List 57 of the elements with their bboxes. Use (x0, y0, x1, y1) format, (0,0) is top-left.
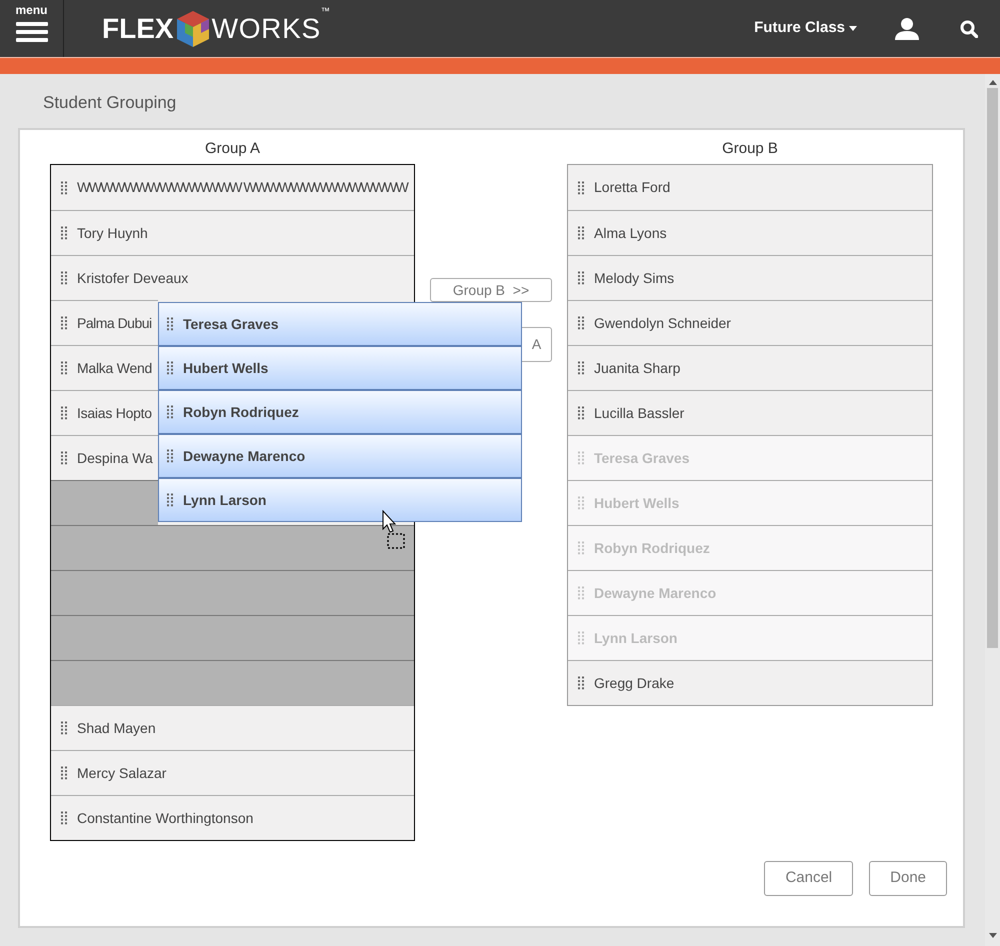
drag-handle-icon[interactable] (61, 271, 67, 285)
scrollbar[interactable] (985, 74, 1000, 946)
drag-handle-icon[interactable] (61, 451, 67, 465)
drag-handle-icon[interactable] (167, 317, 173, 331)
drag-handle-icon[interactable] (578, 496, 584, 510)
student-row[interactable]: Gregg Drake (568, 660, 932, 705)
student-row[interactable]: Lucilla Bassler (568, 390, 932, 435)
drag-handle-icon[interactable] (578, 541, 584, 555)
drag-handle-icon[interactable] (61, 811, 67, 825)
drag-handle-icon[interactable] (61, 180, 67, 194)
student-row[interactable]: Alma Lyons (568, 210, 932, 255)
logo[interactable]: FLEX WORKS ™ (102, 8, 330, 48)
drag-handle-icon[interactable] (578, 271, 584, 285)
drag-handle-icon[interactable] (61, 766, 67, 780)
drag-handle-icon[interactable] (61, 721, 67, 735)
drag-handle-icon[interactable] (578, 676, 584, 690)
drag-handle-icon[interactable] (578, 586, 584, 600)
dragged-student-row[interactable]: Dewayne Marenco (158, 434, 522, 478)
student-row[interactable]: Gwendolyn Schneider (568, 300, 932, 345)
student-row[interactable]: Loretta Ford (568, 165, 932, 210)
dragged-student-row[interactable]: Robyn Rodriquez (158, 390, 522, 434)
caret-icon (849, 26, 857, 31)
drag-handle-icon[interactable] (578, 451, 584, 465)
search-icon[interactable] (960, 20, 978, 38)
drag-handle-icon[interactable] (61, 361, 67, 375)
drag-handle-icon[interactable] (167, 449, 173, 463)
page-title: Student Grouping (43, 92, 178, 112)
drag-handle-icon[interactable] (167, 361, 173, 375)
group-heading: Group A (204, 139, 262, 157)
dialog-button[interactable]: Cancel (764, 861, 854, 896)
scroll-thumb[interactable] (987, 88, 998, 648)
move-button[interactable]: A (522, 327, 552, 362)
student-row[interactable]: Juanita Sharp (568, 345, 932, 390)
dialog-button[interactable]: Done (869, 861, 947, 896)
student-row[interactable]: Melody Sims (568, 255, 932, 300)
drag-cursor-icon (382, 510, 408, 550)
drag-handle-icon[interactable] (578, 631, 584, 645)
user-icon[interactable] (895, 18, 919, 40)
class-menu[interactable]: Future Class (754, 17, 857, 40)
drag-handle-icon[interactable] (61, 406, 67, 420)
drag-handle-icon[interactable] (61, 316, 67, 330)
cube-icon (174, 8, 211, 48)
drag-handle-icon[interactable] (578, 361, 584, 375)
dragged-student-row[interactable]: Hubert Wells (158, 346, 522, 390)
drag-handle-icon[interactable] (578, 406, 584, 420)
group-heading: Group B (721, 139, 779, 157)
move-button[interactable]: Group B >> (430, 278, 552, 302)
drag-handle-icon[interactable] (167, 405, 173, 419)
drag-handle-icon[interactable] (578, 316, 584, 330)
scroll-up-icon (988, 80, 996, 85)
drag-handle-icon[interactable] (61, 226, 67, 240)
drag-handle-icon[interactable] (578, 226, 584, 240)
dragged-student-row[interactable]: Lynn Larson (158, 478, 522, 522)
drag-handle-icon[interactable] (167, 493, 173, 507)
scroll-down-icon (988, 933, 996, 938)
dragged-student-row[interactable]: Teresa Graves (158, 302, 522, 346)
drag-handle-icon[interactable] (578, 180, 584, 194)
